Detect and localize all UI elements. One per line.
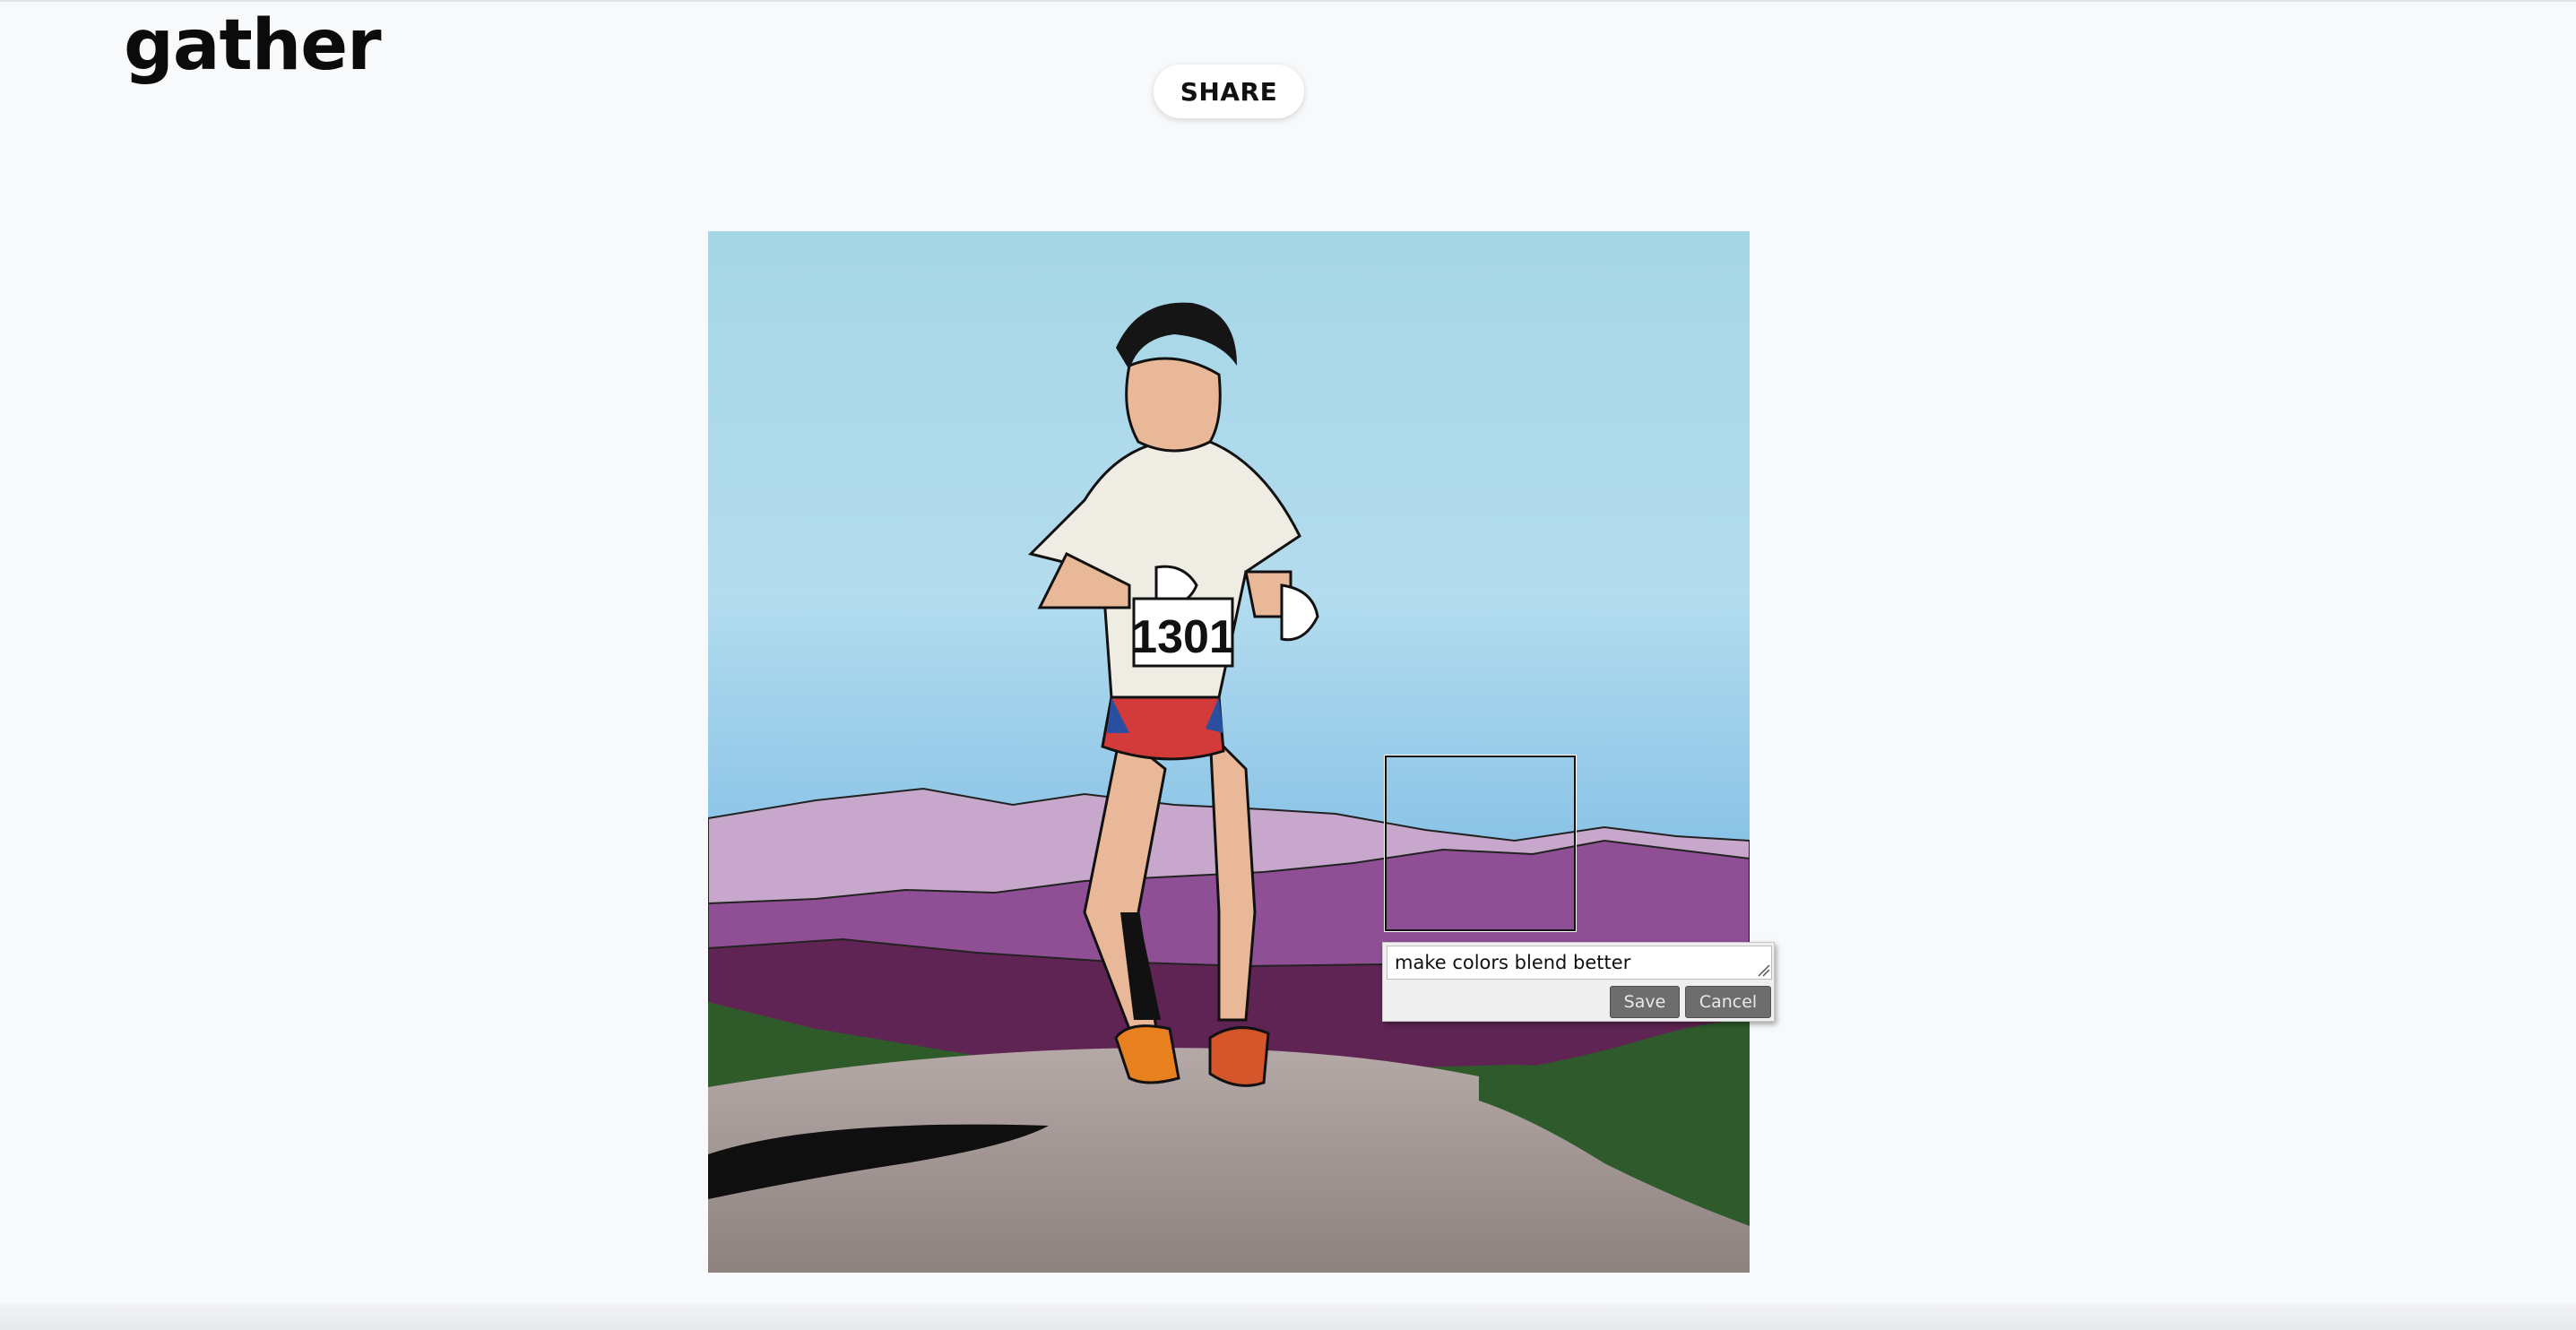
save-button[interactable]: Save — [1610, 986, 1680, 1018]
share-button[interactable]: SHARE — [1154, 65, 1304, 118]
gather-logo[interactable]: gather — [124, 5, 382, 86]
cancel-button[interactable]: Cancel — [1685, 986, 1771, 1018]
comment-input[interactable] — [1387, 946, 1772, 980]
bottom-edge-shadow — [0, 1303, 2576, 1330]
resize-grip-icon[interactable] — [1756, 963, 1770, 977]
bib-number: 1301 — [1131, 611, 1235, 663]
artwork-canvas[interactable]: 1301 — [708, 231, 1750, 1273]
selection-rectangle[interactable] — [1384, 755, 1577, 932]
runner-illustration: 1301 — [708, 231, 1750, 1273]
comment-popup: Save Cancel — [1382, 942, 1775, 1022]
top-border — [0, 0, 2576, 2]
